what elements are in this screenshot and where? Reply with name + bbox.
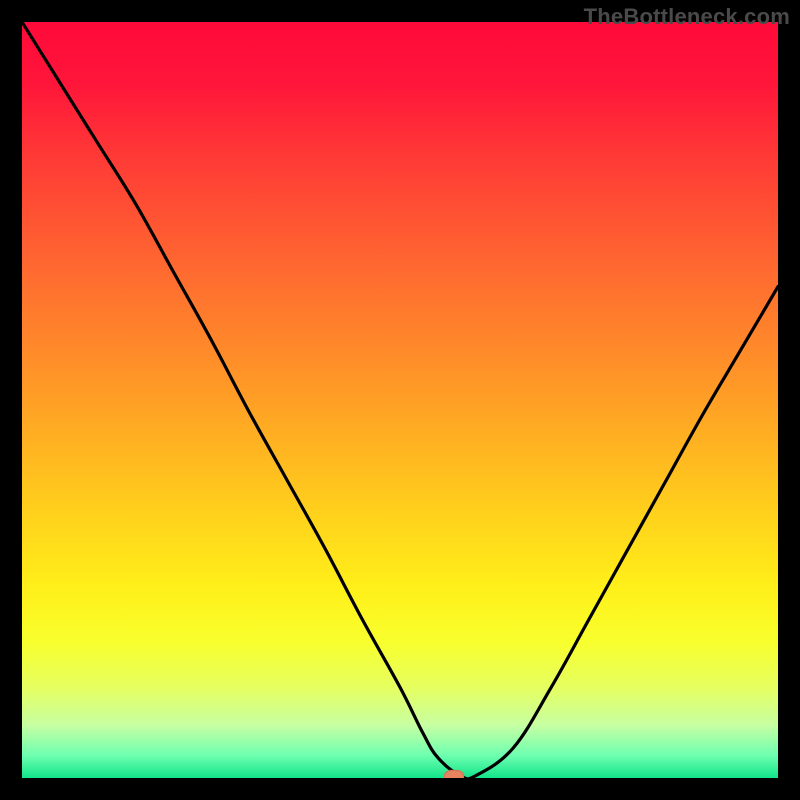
plot-area bbox=[22, 22, 778, 778]
bottleneck-curve bbox=[22, 22, 778, 778]
chart-frame: TheBottleneck.com bbox=[0, 0, 800, 800]
watermark-text: TheBottleneck.com bbox=[584, 4, 790, 30]
optimal-point-marker bbox=[444, 770, 464, 778]
